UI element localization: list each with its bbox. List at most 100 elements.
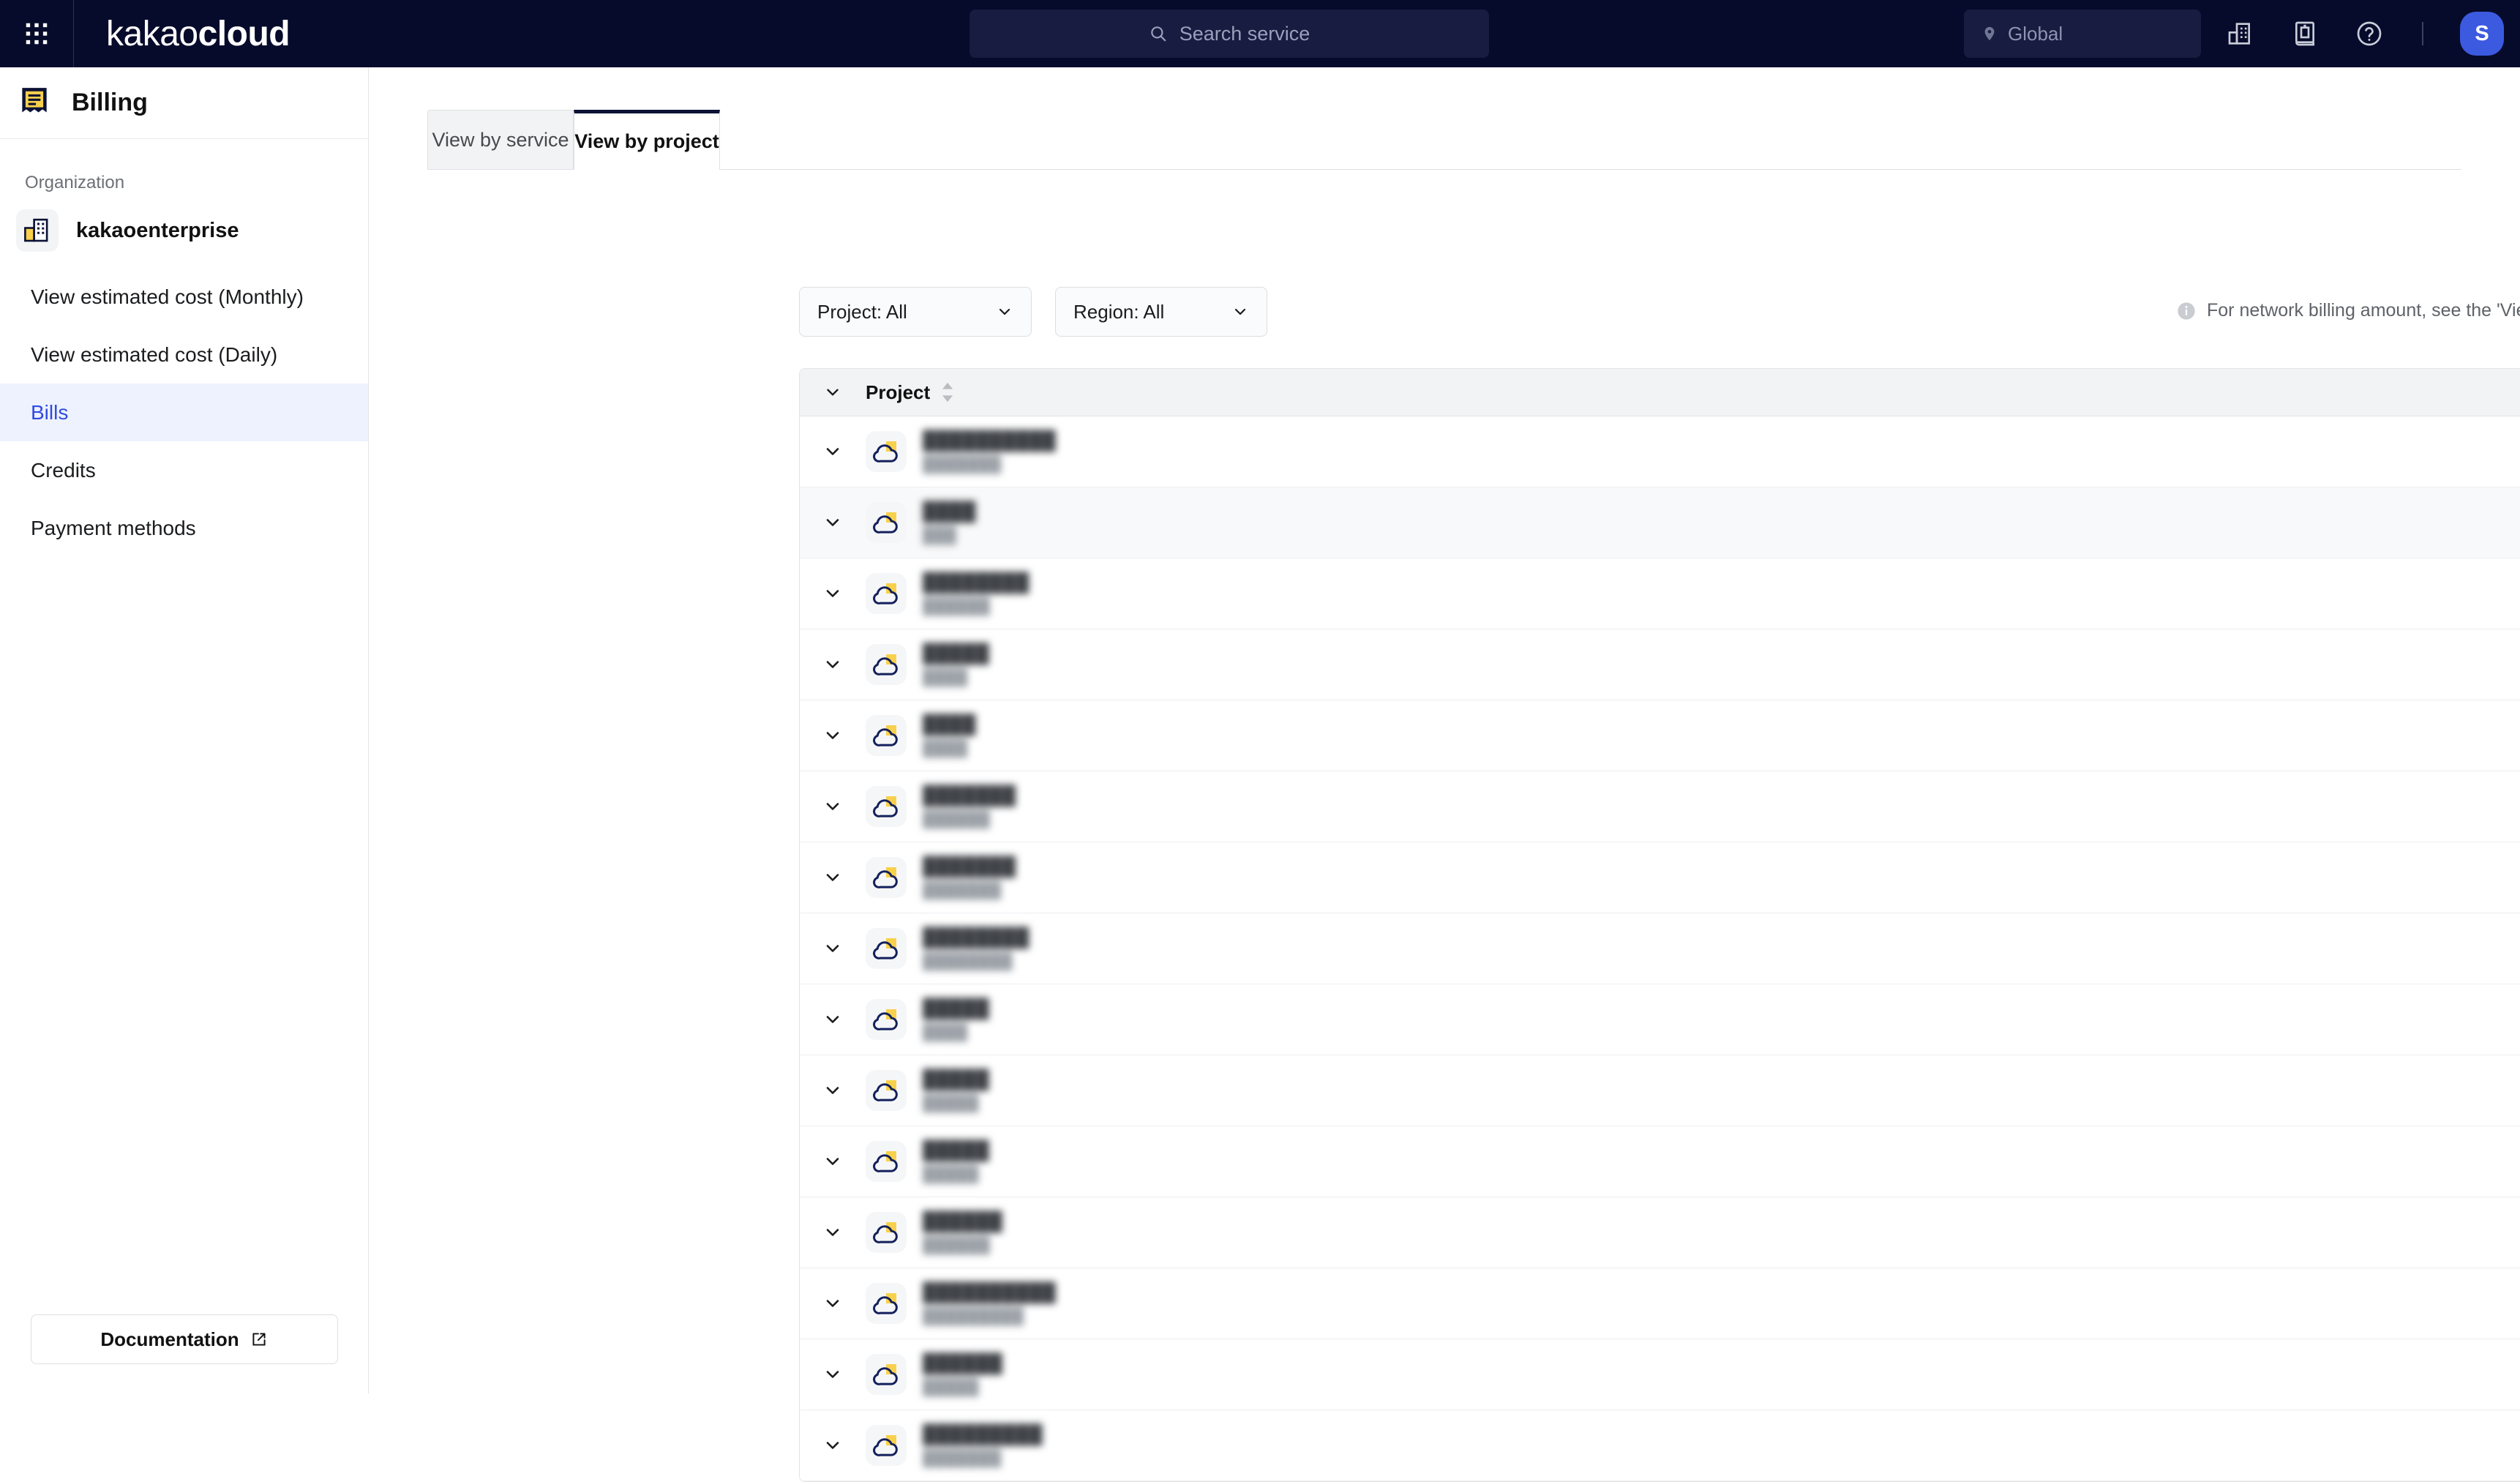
filter-project-dropdown[interactable]: Project: All	[799, 287, 1032, 337]
logo-kakao: kakao	[106, 14, 198, 53]
row-expand-toggle[interactable]	[800, 1222, 866, 1243]
sort-arrows-icon	[942, 382, 953, 403]
tab-view-by-project[interactable]: View by project	[574, 110, 720, 170]
row-expand-toggle[interactable]	[800, 1009, 866, 1030]
project-cloud-icon	[866, 573, 907, 614]
chevron-down-icon	[826, 1300, 839, 1307]
tab-view-by-service[interactable]: View by service	[427, 110, 574, 169]
row-expand-toggle[interactable]	[800, 867, 866, 888]
table-row[interactable]: ████████,███,███,███	[800, 487, 2520, 558]
row-expand-toggle[interactable]	[800, 1293, 866, 1314]
cloud-glyph	[873, 796, 898, 817]
table-row[interactable]: ██████████,███,███,███	[800, 700, 2520, 771]
sidebar-item-view-estimated-cost-monthly[interactable]: View estimated cost (Monthly)	[0, 268, 368, 326]
table-row[interactable]: ██████████████████████,███,███	[800, 1268, 2520, 1339]
table-row[interactable]: ████████████████,███,███,███	[800, 842, 2520, 913]
documentation-label: Documentation	[100, 1328, 239, 1350]
search-input[interactable]: Search service	[970, 10, 1489, 58]
region-selector[interactable]: Global	[1964, 10, 2201, 58]
project-name: ██████	[923, 1210, 1003, 1232]
row-expand-toggle[interactable]	[800, 512, 866, 533]
docs-icon[interactable]	[2289, 18, 2321, 50]
chevron-down-icon	[826, 448, 839, 455]
sidebar-item-payment-methods[interactable]: Payment methods	[0, 499, 368, 557]
project-name-block: ████ ███	[923, 501, 976, 544]
question-circle-glyph	[2357, 21, 2382, 46]
organization-icon[interactable]	[2224, 18, 2257, 50]
row-expand-toggle[interactable]	[800, 1364, 866, 1385]
project-cloud-icon	[866, 715, 907, 756]
building-icon	[24, 218, 48, 242]
table-row[interactable]: █████████████,███,███	[800, 1339, 2520, 1410]
table-row[interactable]: ███████████████,███,███,███	[800, 558, 2520, 629]
row-expand-toggle[interactable]	[800, 938, 866, 959]
row-expand-toggle[interactable]	[800, 654, 866, 675]
topbar-icon-group: S	[2224, 0, 2504, 67]
filter-region-dropdown[interactable]: Region: All	[1055, 287, 1267, 337]
project-cloud-icon	[866, 1425, 907, 1466]
table-row[interactable]: ██████████████████,███,███,███	[800, 913, 2520, 984]
network-billing-notice: For network billing amount, see the 'Vie…	[2176, 300, 2520, 321]
project-cloud-icon	[866, 928, 907, 969]
grid-apps-icon[interactable]	[0, 0, 73, 67]
table-row[interactable]: ████████████,███,███,███	[800, 1126, 2520, 1197]
project-name: ████████	[923, 572, 1030, 593]
project-subtitle: ██████	[923, 810, 991, 828]
project-name: ████	[923, 714, 976, 735]
table-row[interactable]: ███████████████,███,███,███	[800, 771, 2520, 842]
organization-name: kakaoenterprise	[76, 218, 239, 242]
column-header-project[interactable]: Project	[866, 381, 955, 404]
topbar-divider	[73, 0, 74, 67]
documentation-button[interactable]: Documentation	[31, 1314, 338, 1364]
project-name-block: █████ █████	[923, 1140, 989, 1183]
cloud-glyph	[873, 725, 898, 746]
row-expand-toggle[interactable]	[800, 1151, 866, 1172]
cloud-glyph	[873, 1222, 898, 1243]
project-cloud-icon	[866, 857, 907, 898]
location-pin-icon	[1984, 26, 1995, 41]
project-cloud-icon	[866, 1354, 907, 1395]
chevron-down-icon	[826, 945, 839, 952]
project-name-block: ██████████ ███████	[923, 430, 1056, 474]
table-row[interactable]: ███████████,███,███,███	[800, 984, 2520, 1055]
project-name: █████	[923, 1139, 990, 1161]
filter-label: Region: All	[1073, 300, 1165, 323]
external-link-icon	[252, 1333, 266, 1346]
row-expand-toggle[interactable]	[800, 441, 866, 462]
sidebar-item-credits[interactable]: Credits	[0, 441, 368, 499]
notice-text: For network billing amount, see the 'Vie…	[2207, 300, 2520, 321]
sidebar-item-label: Payment methods	[31, 516, 196, 539]
column-header-project-label: Project	[866, 381, 931, 403]
organization-selector[interactable]: kakaoenterprise	[0, 193, 368, 268]
project-name-block: ██████████████	[923, 572, 1030, 615]
help-icon[interactable]	[2353, 18, 2385, 50]
table-row[interactable]: ███████████,███,███,███	[800, 629, 2520, 700]
row-expand-toggle[interactable]	[800, 1435, 866, 1456]
row-expand-toggle[interactable]	[800, 583, 866, 604]
chevron-down-icon	[826, 1442, 839, 1449]
search-icon	[1150, 26, 1166, 42]
cloud-glyph	[873, 1293, 898, 1314]
table-row[interactable]: ███████████████,███,███	[800, 1197, 2520, 1268]
sidebar-item-bills[interactable]: Bills	[0, 383, 368, 441]
table-row[interactable]: ████████████████████,███,███	[800, 416, 2520, 487]
avatar[interactable]: S	[2460, 12, 2504, 56]
project-name-block: █████ ████	[923, 998, 989, 1041]
kakaocloud-logo[interactable]: kakaocloud	[106, 14, 290, 54]
project-subtitle: █████	[923, 1165, 979, 1183]
table-row[interactable]: █████████████████,███,███,███	[800, 1410, 2520, 1481]
grid-apps-glyph	[26, 23, 48, 45]
project-name-block: █████ ████	[923, 643, 989, 686]
row-expand-toggle[interactable]	[800, 796, 866, 817]
expand-all-toggle[interactable]	[800, 383, 866, 402]
row-expand-toggle[interactable]	[800, 1080, 866, 1101]
cloud-glyph	[873, 867, 898, 888]
cloud-glyph	[873, 1080, 898, 1101]
table-row[interactable]: █████████████,███,███	[800, 1055, 2520, 1126]
sidebar-item-view-estimated-cost-daily[interactable]: View estimated cost (Daily)	[0, 326, 368, 383]
row-expand-toggle[interactable]	[800, 725, 866, 746]
project-name: ████	[923, 501, 976, 522]
chevron-down-icon	[999, 308, 1010, 315]
view-tabs: View by service View by project	[427, 110, 2461, 170]
project-cloud-icon	[866, 1212, 907, 1253]
